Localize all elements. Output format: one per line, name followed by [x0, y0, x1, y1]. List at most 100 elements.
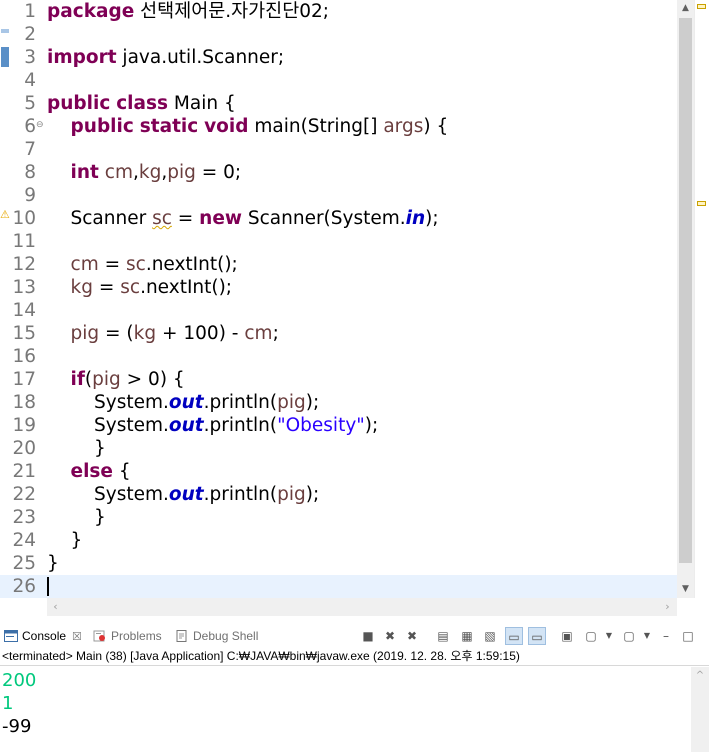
line-number: 24 [12, 530, 36, 551]
code-line[interactable]: 16 [0, 345, 677, 368]
code-line[interactable]: 18 System.out.println(pig); [0, 391, 677, 414]
maximize-icon[interactable]: □ [679, 627, 697, 645]
scroll-up-icon[interactable]: ▲ [677, 0, 694, 17]
code-token: pig [277, 484, 306, 505]
line-number: 5 [24, 93, 36, 114]
code-line[interactable]: 4 [0, 69, 677, 92]
code-line[interactable]: 22 System.out.println(pig); [0, 483, 677, 506]
display-console-dropdown-icon[interactable]: ▼ [600, 627, 618, 645]
console-output[interactable]: 200 1 -99 [0, 667, 691, 752]
code-text: kg = sc.nextInt(); [47, 276, 233, 299]
ruler-warning-mark[interactable] [697, 201, 706, 206]
scroll-thumb[interactable] [679, 18, 692, 563]
code-token: Main { [168, 93, 236, 114]
scroll-up-icon[interactable]: ^ [691, 667, 709, 685]
code-line[interactable]: 17 if(pig > 0) { [0, 368, 677, 391]
code-line[interactable]: 13 kg = sc.nextInt(); [0, 276, 677, 299]
console-vertical-scrollbar[interactable]: ^ [691, 667, 709, 752]
pin-console-icon[interactable]: ▣ [558, 627, 576, 645]
code-token: out [168, 415, 204, 436]
code-line[interactable]: 8 int cm,kg,pig = 0; [0, 161, 677, 184]
clear-console-icon[interactable]: ▤ [434, 627, 452, 645]
open-console-icon[interactable]: ▢ [620, 627, 638, 645]
overview-ruler[interactable] [694, 0, 709, 598]
code-line[interactable]: 25} [0, 552, 677, 575]
ruler-warning-mark[interactable] [697, 4, 706, 9]
code-line[interactable]: 14 [0, 299, 677, 322]
code-line[interactable]: 3 import java.util.Scanner; [0, 46, 677, 69]
code-text: import java.util.Scanner; [47, 46, 284, 69]
scroll-right-icon[interactable]: › [659, 598, 676, 616]
code-token: = [98, 254, 126, 275]
tab-console[interactable]: Console ☒ [4, 626, 82, 646]
editor-horizontal-scrollbar[interactable]: ‹ › [47, 598, 677, 616]
show-on-stderr-icon[interactable]: ▭ [528, 627, 546, 645]
code-line[interactable]: 9 [0, 184, 677, 207]
remove-all-terminated-icon[interactable]: ✖ [403, 627, 421, 645]
code-token: kg [133, 323, 157, 344]
code-line[interactable]: 11 [0, 230, 677, 253]
terminate-icon[interactable]: ■ [359, 627, 377, 645]
code-line[interactable]: 24 } [0, 529, 677, 552]
tab-problems[interactable]: Problems [93, 626, 162, 646]
code-token: } [47, 438, 106, 459]
tab-debug-shell[interactable]: Debug Shell [175, 626, 258, 646]
debug-shell-icon [175, 628, 189, 642]
scroll-left-icon[interactable]: ‹ [47, 598, 64, 616]
console-input-line: 200 [2, 670, 37, 691]
code-token: + 100) - [156, 323, 245, 344]
close-tab-icon[interactable]: ☒ [72, 631, 82, 643]
line-number: 13 [12, 277, 36, 298]
code-token: } [47, 507, 106, 528]
code-token: ; [272, 323, 279, 344]
warning-icon[interactable]: ⚠ [0, 208, 10, 222]
line-number: 4 [24, 70, 36, 91]
code-token: pig [92, 369, 121, 390]
line-number: 17 [12, 369, 36, 390]
code-token: out [168, 392, 204, 413]
code-line[interactable]: 1 package 선택제어문.자가진단02; [0, 0, 677, 23]
line-number: 21 [12, 461, 36, 482]
code-token: "Obesity" [277, 415, 365, 436]
scroll-lock-icon[interactable]: ▦ [458, 627, 476, 645]
scroll-down-icon[interactable]: ▼ [677, 581, 694, 598]
code-line[interactable]: 10 Scanner sc = new Scanner(System.in); [0, 207, 677, 230]
code-text: public class Main { [47, 92, 236, 115]
word-wrap-icon[interactable]: ▧ [481, 627, 499, 645]
code-area[interactable]: 1 package 선택제어문.자가진단02; 2 3 import java.util… [0, 0, 677, 598]
line-number: 22 [12, 484, 36, 505]
code-line[interactable]: 26 [0, 575, 677, 598]
code-line[interactable]: 2 [0, 23, 677, 46]
code-line[interactable]: 20 } [0, 437, 677, 460]
remove-launch-icon[interactable]: ✖ [381, 627, 399, 645]
open-console-dropdown-icon[interactable]: ▼ [638, 627, 656, 645]
code-text: System.out.println("Obesity"); [47, 414, 378, 437]
text-caret [47, 577, 49, 596]
tab-console-label: Console [22, 629, 67, 643]
code-line[interactable]: 7 [0, 138, 677, 161]
code-line[interactable]: 5 public class Main { [0, 92, 677, 115]
editor-vertical-scrollbar[interactable]: ▲ ▼ [677, 0, 694, 598]
tab-debug-shell-label: Debug Shell [193, 629, 259, 643]
code-line[interactable]: 12 cm = sc.nextInt(); [0, 253, 677, 276]
view-separator[interactable] [0, 616, 709, 624]
code-line[interactable]: 19 System.out.println("Obesity"); [0, 414, 677, 437]
code-editor[interactable]: 1 package 선택제어문.자가진단02; 2 3 import java.util… [0, 0, 709, 616]
code-token: > 0) { [120, 369, 185, 390]
code-token: main(String[] [248, 116, 384, 137]
code-token: System. [47, 415, 169, 436]
code-token: in [405, 208, 426, 229]
code-token: cm [70, 254, 99, 275]
line-number: 2 [24, 24, 36, 45]
line-number: 8 [24, 162, 36, 183]
show-on-stdout-icon[interactable]: ▭ [505, 627, 523, 645]
code-line[interactable]: 15 pig = (kg + 100) - cm; [0, 322, 677, 345]
display-console-icon[interactable]: ▢ [582, 627, 600, 645]
line-number: 25 [12, 553, 36, 574]
code-line[interactable]: 23 } [0, 506, 677, 529]
minimize-icon[interactable]: – [657, 627, 675, 645]
code-line[interactable]: 21 else { [0, 460, 677, 483]
fold-toggle-icon[interactable]: ⊖ [36, 115, 44, 135]
code-line[interactable]: 6 ⊖ public static void main(String[] args… [0, 115, 677, 138]
